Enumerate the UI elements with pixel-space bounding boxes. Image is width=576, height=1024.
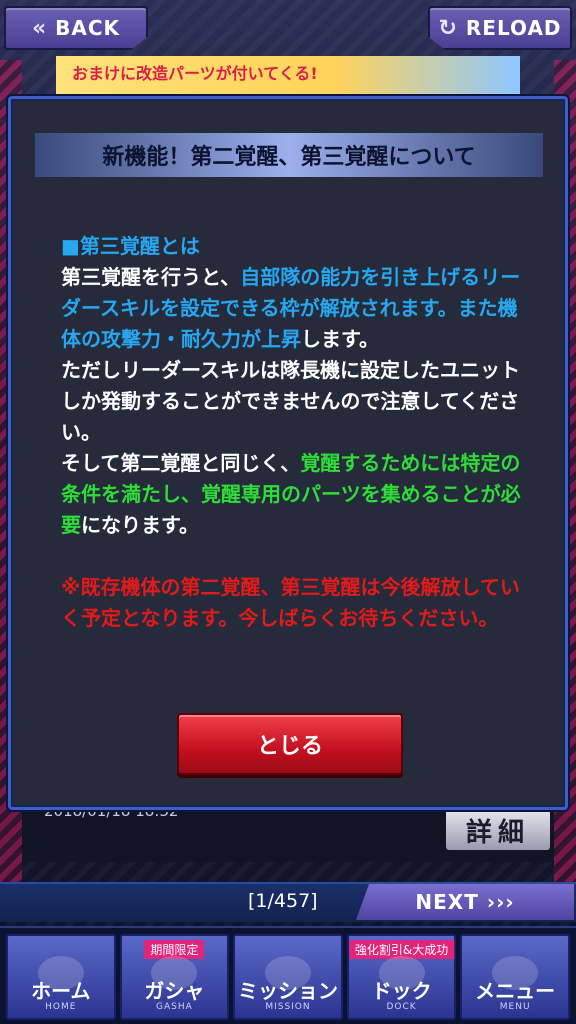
nav-gasha[interactable]: 期間限定 ガシャ GASHA (119, 934, 230, 1020)
back-button[interactable]: « BACK (4, 6, 148, 50)
page-count: [1/457] (248, 890, 318, 912)
detail-button[interactable]: 詳細 (446, 810, 550, 850)
paragraph-conditions: そして第二覚醒と同じく、覚醒するためには特定の条件を満たし、覚醒専用のパーツを集… (61, 448, 531, 541)
section-heading: ■第三覚醒とは (61, 234, 200, 258)
bottom-nav: ホーム HOME 期間限定 ガシャ GASHA ミッション MISSION 強化… (0, 926, 576, 1024)
mission-icon (264, 956, 311, 990)
promo-banner[interactable]: おまけに改造パーツが付いてくる! (56, 56, 520, 96)
modal-title-bar: 新機能！第二覚醒、第三覚醒について (35, 133, 543, 177)
news-modal: 新機能！第二覚醒、第三覚醒について ■第三覚醒とは 第三覚醒を行うと、自部隊の能… (8, 96, 568, 810)
next-button[interactable]: NEXT ››› (356, 884, 574, 920)
nav-sub: DOCK (386, 1002, 417, 1012)
nav-sub: MISSION (265, 1002, 311, 1012)
nav-sub: HOME (45, 1002, 77, 1012)
p3-text: そして第二覚醒と同じく、 (61, 451, 301, 475)
double-chevron-left-icon: « (31, 15, 48, 41)
triple-chevron-right-icon: ››› (486, 890, 515, 914)
reload-button[interactable]: ↻ RELOAD (428, 6, 572, 50)
modal-title: 新機能！第二覚醒、第三覚醒について (102, 145, 476, 170)
nav-home[interactable]: ホーム HOME (6, 934, 116, 1020)
paragraph-leader-note: ただしリーダースキルは隊長機に設定したユニットしか発動することができませんので注… (61, 358, 520, 444)
globe-icon (37, 956, 84, 990)
capsule-icon (151, 956, 198, 990)
back-label: BACK (55, 16, 121, 40)
next-label: NEXT (415, 890, 479, 914)
p3-tail: になります。 (81, 513, 199, 537)
p1-tail: します。 (301, 327, 379, 351)
nav-sub: GASHA (156, 1002, 193, 1012)
nav-mission[interactable]: ミッション MISSION (233, 934, 343, 1020)
p1-text: 第三覚醒を行うと、 (61, 265, 241, 289)
wrench-icon (378, 956, 425, 990)
nav-menu[interactable]: メニュー MENU (460, 934, 570, 1020)
menu-icon (492, 956, 539, 990)
notice-text: ※既存機体の第二覚醒、第三覚醒は今後解放していく予定となります。今しばらくお待ち… (61, 575, 520, 630)
reload-icon: ↻ (438, 15, 458, 41)
banner-text: おまけに改造パーツが付いてくる! (72, 64, 318, 83)
paragraph-awakening: 第三覚醒を行うと、自部隊の能力を引き上げるリーダースキルを設定できる枠が解放され… (61, 262, 531, 355)
nav-dock[interactable]: 強化割引&大成功 ドック DOCK (346, 934, 457, 1020)
modal-body: ■第三覚醒とは 第三覚醒を行うと、自部隊の能力を引き上げるリーダースキルを設定で… (61, 231, 531, 634)
reload-label: RELOAD (465, 16, 562, 40)
close-button[interactable]: とじる (177, 713, 403, 775)
nav-sub: MENU (499, 1002, 531, 1012)
